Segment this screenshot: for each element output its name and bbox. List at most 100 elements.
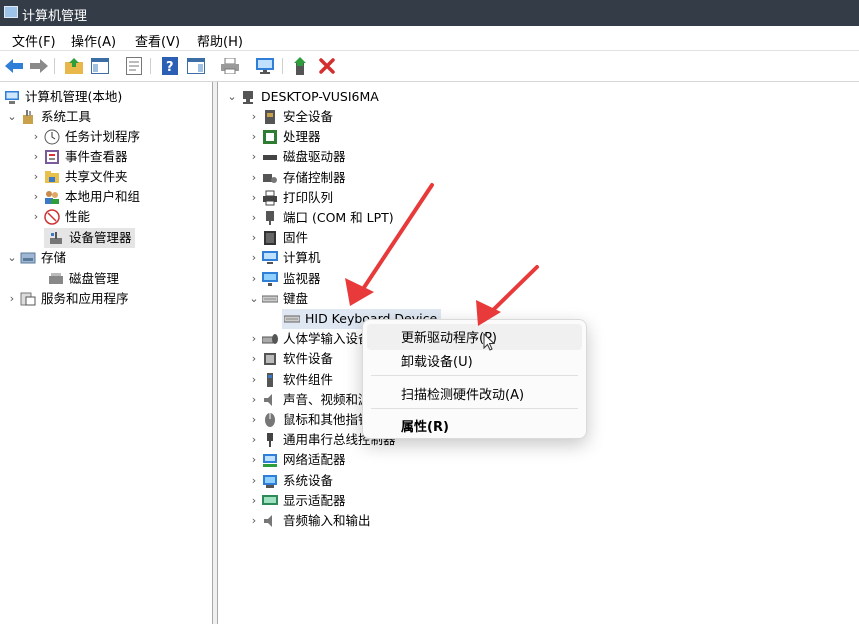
- monitor-icon: [262, 271, 278, 287]
- device-category[interactable]: › 磁盘驱动器: [248, 147, 346, 167]
- tree-label: 计算机管理(本地): [25, 89, 123, 104]
- tree-item-device-manager[interactable]: 设备管理器: [44, 228, 135, 248]
- menu-item-scan-hardware[interactable]: 扫描检测硬件改动(A): [401, 384, 524, 403]
- chevron-down-icon[interactable]: ⌄: [6, 248, 18, 268]
- title-bar: 计算机管理: [0, 0, 859, 26]
- chevron-right-icon[interactable]: ›: [6, 289, 18, 309]
- storage-icon: [20, 250, 36, 266]
- tree-item-disk-management[interactable]: 磁盘管理: [44, 269, 119, 289]
- display-adapter-icon: [262, 493, 278, 509]
- tree-item-local-users[interactable]: › 本地用户和组: [30, 187, 140, 207]
- delete-icon[interactable]: [317, 56, 337, 76]
- chevron-right-icon[interactable]: ›: [248, 269, 260, 289]
- chevron-right-icon[interactable]: ›: [248, 329, 260, 349]
- chevron-right-icon[interactable]: ›: [248, 390, 260, 410]
- menu-action[interactable]: 操作(A): [71, 31, 116, 50]
- software-component-icon: [262, 372, 278, 388]
- device-category[interactable]: › 软件组件: [248, 370, 333, 390]
- chevron-right-icon[interactable]: ›: [30, 207, 42, 227]
- device-category[interactable]: › 计算机: [248, 248, 321, 268]
- monitor-icon[interactable]: [255, 56, 275, 76]
- shared-folder-icon: [44, 169, 60, 185]
- chevron-right-icon[interactable]: ›: [248, 248, 260, 268]
- chevron-right-icon[interactable]: ›: [248, 410, 260, 430]
- tree-item-performance[interactable]: › 性能: [30, 207, 90, 227]
- disk-management-icon: [48, 271, 64, 287]
- device-category[interactable]: › 安全设备: [248, 107, 333, 127]
- context-menu: 更新驱动程序(P) 卸载设备(U) 扫描检测硬件改动(A) 属性(R): [362, 319, 587, 439]
- tree-item-shared-folders[interactable]: › 共享文件夹: [30, 167, 128, 187]
- tree-item-services-apps[interactable]: › 服务和应用程序: [6, 289, 129, 309]
- device-tree-root[interactable]: ⌄ DESKTOP-VUSI6MA: [226, 87, 379, 107]
- device-category[interactable]: › 固件: [248, 228, 308, 248]
- audio-io-icon: [262, 513, 278, 529]
- computer-management-icon: [4, 89, 20, 105]
- tree-label: 存储: [41, 250, 67, 265]
- help-icon[interactable]: ?: [160, 56, 180, 76]
- chevron-right-icon[interactable]: ›: [248, 370, 260, 390]
- menu-view[interactable]: 查看(V): [135, 31, 180, 50]
- chevron-right-icon[interactable]: ›: [30, 167, 42, 187]
- forward-icon[interactable]: [29, 56, 49, 76]
- device-label: 端口 (COM 和 LPT): [283, 210, 394, 225]
- menu-item-uninstall-device[interactable]: 卸载设备(U): [401, 351, 473, 370]
- properties-icon[interactable]: [124, 56, 144, 76]
- action-pane-icon[interactable]: [186, 56, 206, 76]
- device-category[interactable]: › 存储控制器: [248, 168, 346, 188]
- tree-item-computer-management[interactable]: 计算机管理(本地): [4, 87, 122, 107]
- device-label: 网络适配器: [283, 452, 346, 468]
- chevron-right-icon[interactable]: ›: [248, 208, 260, 228]
- chevron-right-icon[interactable]: ›: [248, 349, 260, 369]
- device-category[interactable]: › 音频输入和输出: [248, 511, 371, 531]
- chevron-right-icon[interactable]: ›: [248, 127, 260, 147]
- disk-drive-icon: [262, 149, 278, 165]
- device-category[interactable]: ⌄ 键盘: [248, 289, 308, 309]
- menu-file[interactable]: 文件(F): [12, 31, 56, 50]
- update-driver-icon[interactable]: [291, 56, 311, 76]
- device-category[interactable]: › 处理器: [248, 127, 321, 147]
- chevron-right-icon[interactable]: ›: [248, 471, 260, 491]
- chevron-right-icon[interactable]: ›: [30, 187, 42, 207]
- chevron-right-icon[interactable]: ›: [248, 147, 260, 167]
- device-category[interactable]: › 打印队列: [248, 188, 333, 208]
- up-folder-icon[interactable]: [64, 56, 84, 76]
- chevron-right-icon[interactable]: ›: [248, 188, 260, 208]
- tree-item-storage[interactable]: ⌄ 存储: [6, 248, 66, 268]
- computer-name: DESKTOP-VUSI6MA: [261, 89, 379, 104]
- processor-icon: [262, 129, 278, 145]
- device-category[interactable]: › 软件设备: [248, 349, 333, 369]
- device-category[interactable]: › 人体学输入设备: [248, 329, 371, 349]
- tree-label: 事件查看器: [65, 149, 128, 164]
- software-device-icon: [262, 351, 278, 367]
- chevron-right-icon[interactable]: ›: [30, 127, 42, 147]
- chevron-right-icon[interactable]: ›: [248, 107, 260, 127]
- chevron-right-icon[interactable]: ›: [248, 168, 260, 188]
- tree-item-system-tools[interactable]: ⌄ 系统工具: [6, 107, 91, 127]
- device-category[interactable]: › 端口 (COM 和 LPT): [248, 208, 394, 228]
- device-category[interactable]: › 网络适配器: [248, 450, 346, 470]
- device-label: 显示适配器: [283, 492, 346, 508]
- chevron-right-icon[interactable]: ›: [248, 491, 260, 511]
- device-category[interactable]: › 系统设备: [248, 471, 333, 491]
- chevron-down-icon[interactable]: ⌄: [248, 289, 260, 309]
- print-icon[interactable]: [220, 56, 240, 76]
- chevron-right-icon[interactable]: ›: [248, 228, 260, 248]
- device-label: 系统设备: [283, 472, 334, 488]
- chevron-down-icon[interactable]: ⌄: [6, 107, 18, 127]
- back-icon[interactable]: [4, 56, 24, 76]
- show-hide-tree-icon[interactable]: [90, 56, 110, 76]
- chevron-right-icon[interactable]: ›: [248, 430, 260, 450]
- toolbar: ?: [0, 51, 859, 82]
- printer-icon: [262, 190, 278, 206]
- chevron-down-icon[interactable]: ⌄: [226, 87, 238, 107]
- menu-help[interactable]: 帮助(H): [197, 31, 243, 50]
- device-label: 软件设备: [283, 351, 334, 367]
- tree-item-event-viewer[interactable]: › 事件查看器: [30, 147, 128, 167]
- device-category[interactable]: › 显示适配器: [248, 491, 346, 511]
- menu-item-properties[interactable]: 属性(R): [401, 416, 449, 435]
- chevron-right-icon[interactable]: ›: [248, 511, 260, 531]
- tree-item-task-scheduler[interactable]: › 任务计划程序: [30, 127, 140, 147]
- device-category[interactable]: › 监视器: [248, 269, 321, 289]
- chevron-right-icon[interactable]: ›: [248, 450, 260, 470]
- chevron-right-icon[interactable]: ›: [30, 147, 42, 167]
